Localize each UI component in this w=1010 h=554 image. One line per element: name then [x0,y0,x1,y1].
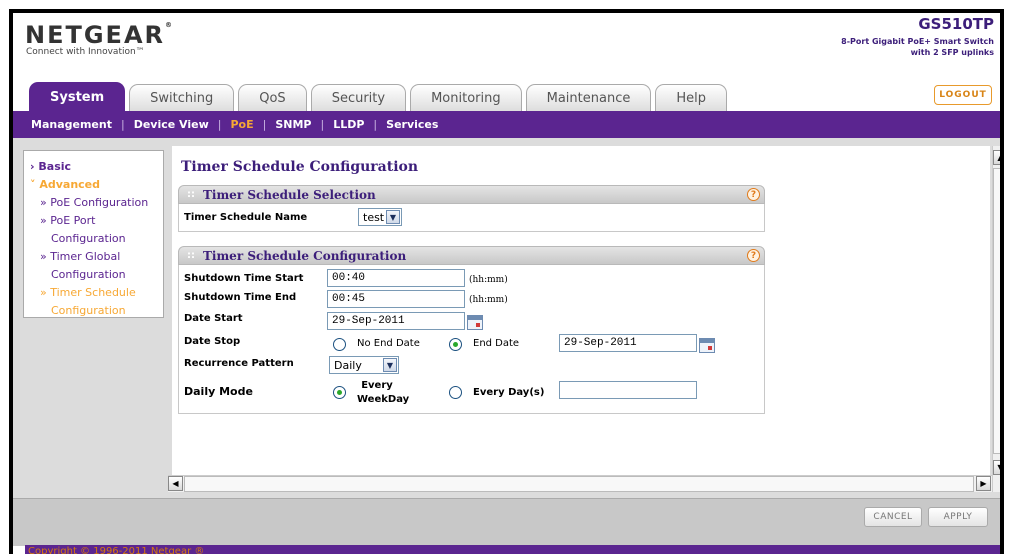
chevron-right-icon: › [30,160,35,173]
tab-system[interactable]: System [29,82,126,112]
drag-handle-icon: :: [187,250,195,261]
model-name: GS510TP [918,15,994,33]
horizontal-scrollbar[interactable]: ◀ ▶ [168,475,992,492]
brand-tagline: Connect with Innovation™ [26,47,145,57]
date-start-input[interactable] [327,312,465,330]
subnav-device-view[interactable]: Device View [134,118,209,131]
end-date-radio[interactable] [449,338,462,351]
every-days-label: Every Day(s) [473,387,545,398]
logout-button[interactable]: LOGOUT [934,85,992,105]
calendar-icon[interactable] [467,315,483,330]
no-end-date-label: No End Date [357,338,420,349]
subnav-snmp[interactable]: SNMP [275,118,311,131]
tab-security[interactable]: Security [310,84,407,112]
shutdown-time-end-label: Shutdown Time End [184,292,297,303]
subnav-management[interactable]: Management [31,118,112,131]
end-date-label: End Date [473,338,520,349]
vertical-scroll-thumb[interactable] [993,168,1000,454]
config-section-body: Shutdown Time Start (hh:mm) Shutdown Tim… [178,265,765,414]
shutdown-time-start-label: Shutdown Time Start [184,273,304,284]
sub-navigation: Management | Device View | PoE | SNMP | … [13,111,1000,138]
calendar-icon[interactable] [699,338,715,353]
menu-poe-port-configuration[interactable]: » PoE Port Configuration [30,212,157,248]
tab-help[interactable]: Help [655,84,727,112]
drag-handle-icon: :: [187,189,195,200]
vertical-scrollbar[interactable]: ▲ ▼ [992,146,1000,492]
chevron-down-icon: ˅ [30,178,36,191]
page-title: Timer Schedule Configuration [181,159,419,175]
apply-button[interactable]: APPLY [928,507,988,527]
subnav-poe[interactable]: PoE [230,118,253,131]
app-frame: NETGEAR® Connect with Innovation™ GS510T… [9,9,1004,554]
tab-qos[interactable]: QoS [238,84,307,112]
scroll-up-icon[interactable]: ▲ [993,150,1000,165]
subnav-separator: | [320,118,325,131]
date-stop-label: Date Stop [184,336,241,347]
horizontal-scroll-thumb[interactable] [184,476,974,492]
selection-section-header: :: Timer Schedule Selection ? [178,185,765,204]
shutdown-time-end-input[interactable] [327,290,465,308]
subnav-separator: | [262,118,267,131]
menu-timer-global-configuration[interactable]: » Timer Global Configuration [30,248,157,284]
every-weekday-label: Every WeekDay [357,380,410,405]
time-unit-label: (hh:mm) [469,295,508,305]
every-days-input[interactable] [559,381,697,399]
chevron-down-icon: ▼ [386,210,400,224]
menu-basic[interactable]: › Basic [30,158,157,176]
menu-poe-configuration[interactable]: » PoE Configuration [30,194,157,212]
footer-bar [13,498,1000,546]
cancel-button[interactable]: CANCEL [864,507,922,527]
help-icon[interactable]: ? [747,188,760,201]
timer-schedule-name-label: Timer Schedule Name [184,212,308,223]
shutdown-time-start-input[interactable] [327,269,465,287]
subnav-services[interactable]: Services [386,118,438,131]
menu-timer-schedule-configuration[interactable]: » Timer Schedule Configuration [30,284,157,320]
model-description-line2: with 2 SFP uplinks [910,48,994,57]
no-end-date-radio[interactable] [333,338,346,351]
subnav-separator: | [373,118,378,131]
side-menu: › Basic ˅ Advanced » PoE Configuration »… [23,150,164,318]
time-unit-label: (hh:mm) [469,275,508,285]
subnav-lldp[interactable]: LLDP [333,118,364,131]
model-description-line1: 8-Port Gigabit PoE+ Smart Switch [841,37,994,46]
copyright-text: Copyright © 1996-2011 Netgear ® [25,545,1000,554]
recurrence-pattern-label: Recurrence Pattern [184,358,294,369]
scroll-down-icon[interactable]: ▼ [993,460,1000,475]
subnav-separator: | [120,118,125,131]
config-section-header: :: Timer Schedule Configuration ? [178,246,765,265]
every-weekday-radio[interactable] [333,386,346,399]
daily-mode-label: Daily Mode [184,385,253,398]
tab-switching[interactable]: Switching [129,84,235,112]
subnav-separator: | [217,118,222,131]
selection-section-body: Timer Schedule Name test ▼ [178,204,765,232]
recurrence-pattern-select[interactable]: Daily ▼ [329,356,399,374]
scroll-right-icon[interactable]: ▶ [976,476,991,491]
tab-monitoring[interactable]: Monitoring [410,84,522,112]
menu-advanced[interactable]: ˅ Advanced [30,176,157,194]
scroll-left-icon[interactable]: ◀ [168,476,183,491]
date-start-label: Date Start [184,313,243,324]
help-icon[interactable]: ? [747,249,760,262]
end-date-input[interactable] [559,334,697,352]
chevron-down-icon: ▼ [383,358,397,372]
every-days-radio[interactable] [449,386,462,399]
netgear-logo: NETGEAR® [25,21,172,49]
tab-maintenance[interactable]: Maintenance [525,84,652,112]
main-tabs: System Switching QoS Security Monitoring… [29,82,731,112]
timer-schedule-name-select[interactable]: test ▼ [358,208,402,226]
